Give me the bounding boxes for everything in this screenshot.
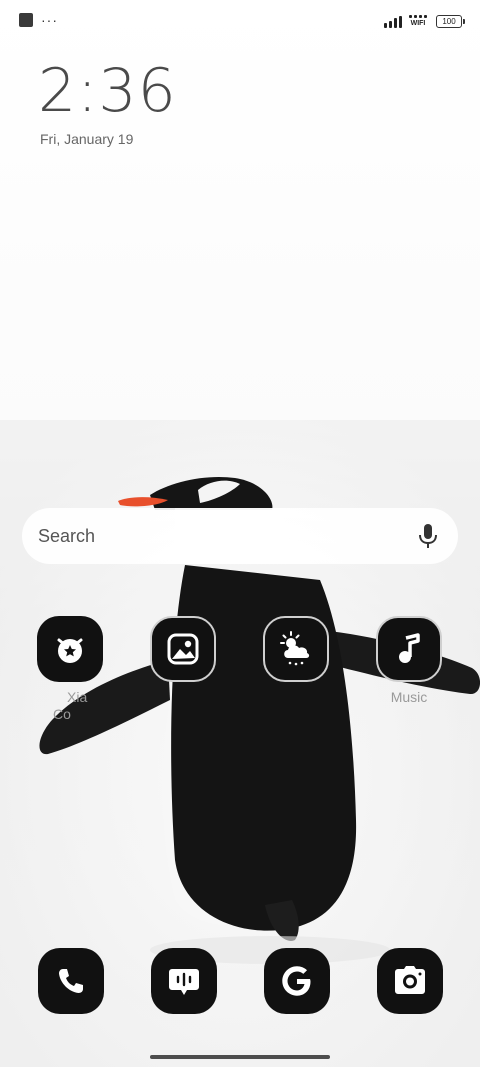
app-gallery[interactable] xyxy=(138,616,228,689)
weather-icon[interactable] xyxy=(263,616,329,682)
more-notifications-icon: ··· xyxy=(41,12,58,28)
battery-level: 100 xyxy=(442,16,456,26)
wifi-icon: WIFI xyxy=(409,15,427,28)
app-label-music: Music xyxy=(390,689,428,705)
mi-community-icon[interactable] xyxy=(37,616,103,682)
status-bar: ··· WIFI 100 xyxy=(0,0,480,40)
wifi-label: WIFI xyxy=(410,20,426,27)
app-label-xiaomi-community: Xia Co xyxy=(53,689,88,722)
search-bar[interactable]: Search xyxy=(22,508,458,564)
gallery-icon[interactable] xyxy=(150,616,216,682)
music-note-icon[interactable] xyxy=(376,616,442,682)
notification-square-icon xyxy=(19,13,33,27)
camera-icon[interactable] xyxy=(377,948,443,1014)
cellular-signal-icon xyxy=(384,16,402,28)
app-weather[interactable] xyxy=(251,616,341,689)
microphone-icon[interactable] xyxy=(416,523,440,549)
clock-widget[interactable]: 2:36 xyxy=(38,56,177,126)
search-placeholder: Search xyxy=(38,525,96,546)
home-indicator[interactable] xyxy=(150,1055,330,1059)
phone-icon[interactable] xyxy=(38,948,104,1014)
messaging-icon[interactable] xyxy=(151,948,217,1014)
battery-icon: 100 xyxy=(436,15,465,28)
app-music[interactable]: Music xyxy=(364,616,454,706)
date-label[interactable]: Fri, January 19 xyxy=(40,131,133,147)
google-icon[interactable] xyxy=(264,948,330,1014)
app-xiaomi-community[interactable]: Xia Co xyxy=(25,616,115,723)
